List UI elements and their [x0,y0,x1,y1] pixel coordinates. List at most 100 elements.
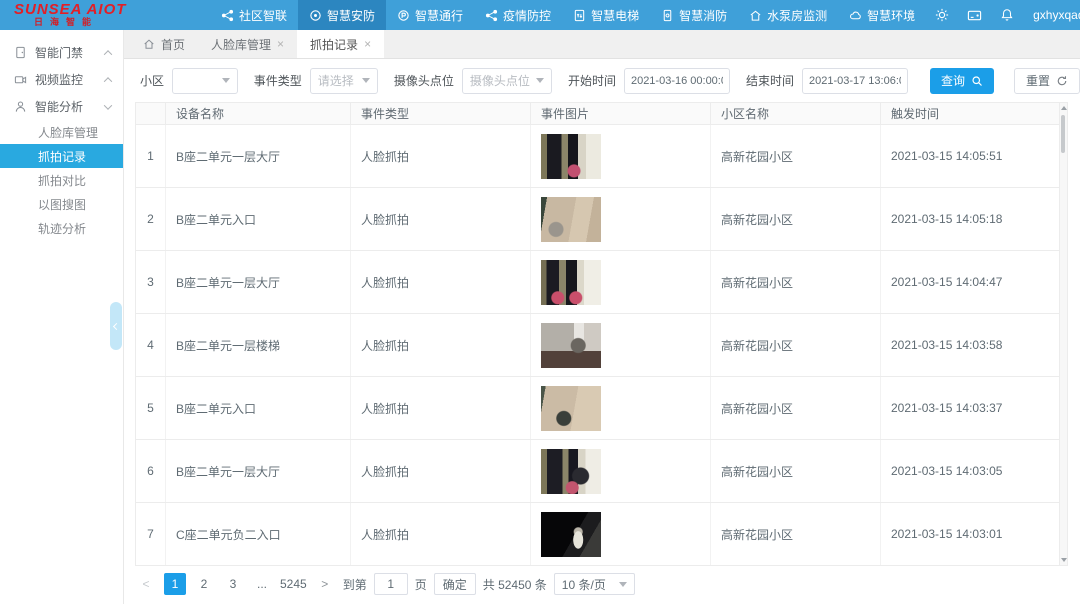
reset-button[interactable]: 重置 [1014,68,1080,94]
trigger-time-cell: 2021-03-15 14:03:37 [881,377,1061,439]
scroll-up-arrow-icon[interactable] [1061,106,1067,110]
community-cell: 高新花园小区 [711,188,881,250]
nav-item-label: 智慧电梯 [591,7,639,24]
search-button-label: 查询 [941,72,965,89]
row-index: 4 [136,314,166,376]
settings-button[interactable] [926,8,958,22]
sidebar-item-door-access[interactable]: 智能门禁 [0,39,123,66]
goto-confirm-button[interactable]: 确定 [434,573,476,595]
close-icon[interactable]: × [364,38,371,50]
per-page-select[interactable]: 10 条/页 [554,573,635,595]
sidebar-item-smart-analysis[interactable]: 智能分析 [0,93,123,120]
device-name-cell: B座二单元一层大厅 [166,125,351,187]
goto-label: 到第 [343,576,367,593]
next-page-button[interactable]: > [314,573,336,595]
search-icon [971,75,983,87]
col-community-name: 小区名称 [711,103,881,124]
scrollbar-thumb[interactable] [1061,115,1065,153]
page-button-2[interactable]: 2 [193,573,215,595]
row-index: 3 [136,251,166,313]
col-device-name: 设备名称 [166,103,351,124]
prev-page-button[interactable]: < [135,573,157,595]
sidebar-item-image-search[interactable]: 以图搜图 [0,192,123,216]
search-button[interactable]: 查询 [930,68,994,94]
event-image-cell [531,251,711,313]
table-row[interactable]: 3 B座二单元一层大厅 人脸抓拍 高新花园小区 2021-03-15 14:04… [135,251,1060,314]
brand-logo-cn: 日海智能 [14,17,210,28]
camera-placeholder: 摄像头点位 [470,72,530,89]
community-select[interactable] [172,68,238,94]
chevron-down-icon [362,78,370,83]
device-name-cell: B座二单元入口 [166,377,351,439]
epidemic-icon [485,9,498,22]
camera-label: 摄像头点位 [394,72,454,89]
device-name-cell: B座二单元入口 [166,188,351,250]
event-snapshot-image[interactable] [541,134,601,179]
sidebar-item-capture-records[interactable]: 抓拍记录 [0,144,123,168]
tab-capture-records[interactable]: 抓拍记录 × [297,30,384,58]
sidebar-item-trajectory-analysis[interactable]: 轨迹分析 [0,216,123,240]
event-snapshot-image[interactable] [541,512,601,557]
sidebar-item-face-library[interactable]: 人脸库管理 [0,120,123,144]
table-row[interactable]: 6 B座二单元一层大厅 人脸抓拍 高新花园小区 2021-03-15 14:03… [135,440,1060,503]
event-snapshot-image[interactable] [541,386,601,431]
event-snapshot-image[interactable] [541,323,601,368]
end-time-input[interactable] [802,68,908,94]
sidebar-item-video-monitor[interactable]: 视频监控 [0,66,123,93]
tab-home[interactable]: 首页 [130,30,198,58]
page-button-3[interactable]: 3 [222,573,244,595]
sidebar-collapse-handle[interactable] [110,302,122,350]
environment-icon [849,9,862,22]
community-label: 小区 [140,72,164,89]
community-cell: 高新花园小区 [711,314,881,376]
access-icon [397,9,410,22]
notifications-button[interactable] [991,8,1023,22]
event-type-cell: 人脸抓拍 [351,188,531,250]
sidebar-item-capture-compare[interactable]: 抓拍对比 [0,168,123,192]
start-time-input[interactable] [624,68,730,94]
event-type-cell: 人脸抓拍 [351,314,531,376]
event-snapshot-image[interactable] [541,260,601,305]
row-index: 2 [136,188,166,250]
start-time-label: 开始时间 [568,72,616,89]
table-scrollbar[interactable] [1060,102,1068,566]
event-snapshot-image[interactable] [541,197,601,242]
tab-label: 首页 [161,36,185,53]
goto-page-input[interactable] [374,573,408,595]
nav-item-elevator[interactable]: 智慧电梯 [562,0,650,30]
event-snapshot-image[interactable] [541,449,601,494]
nav-item-security[interactable]: 智慧安防 [298,0,386,30]
pump-icon [749,9,762,22]
row-index: 6 [136,440,166,502]
sidebar-item-label: 以图搜图 [38,196,86,213]
chevron-down-icon [619,582,627,587]
event-type-cell: 人脸抓拍 [351,251,531,313]
table-row[interactable]: 7 C座二单元负二入口 人脸抓拍 高新花园小区 2021-03-15 14:03… [135,503,1060,566]
event-type-cell: 人脸抓拍 [351,377,531,439]
table-row[interactable]: 4 B座二单元一层楼梯 人脸抓拍 高新花园小区 2021-03-15 14:03… [135,314,1060,377]
page-button-1[interactable]: 1 [164,573,186,595]
scroll-down-arrow-icon[interactable] [1061,558,1067,562]
event-type-select[interactable]: 请选择 [310,68,378,94]
per-page-value: 10 条/页 [562,576,606,593]
nav-item-access[interactable]: 智慧通行 [386,0,474,30]
nav-item-fire[interactable]: 智慧消防 [650,0,738,30]
row-index: 1 [136,125,166,187]
user-menu[interactable]: gxhyxqadmin [1023,8,1080,22]
id-card-button[interactable] [958,8,991,23]
camera-select[interactable]: 摄像头点位 [462,68,552,94]
shield-target-icon [309,9,322,22]
community-cell: 高新花园小区 [711,251,881,313]
close-icon[interactable]: × [277,38,284,50]
page-button-last[interactable]: 5245 [280,573,307,595]
table-row[interactable]: 2 B座二单元入口 人脸抓拍 高新花园小区 2021-03-15 14:05:1… [135,188,1060,251]
table-row[interactable]: 1 B座二单元一层大厅 人脸抓拍 高新花园小区 2021-03-15 14:05… [135,125,1060,188]
tab-label: 抓拍记录 [310,36,358,53]
table-row[interactable]: 5 B座二单元入口 人脸抓拍 高新花园小区 2021-03-15 14:03:3… [135,377,1060,440]
event-type-cell: 人脸抓拍 [351,125,531,187]
tab-face-library[interactable]: 人脸库管理 × [198,30,297,58]
nav-item-environment[interactable]: 智慧环境 [838,0,926,30]
nav-item-pump-room[interactable]: 水泵房监测 [738,0,838,30]
nav-item-epidemic[interactable]: 疫情防控 [474,0,562,30]
nav-item-community-iot[interactable]: 社区智联 [210,0,298,30]
